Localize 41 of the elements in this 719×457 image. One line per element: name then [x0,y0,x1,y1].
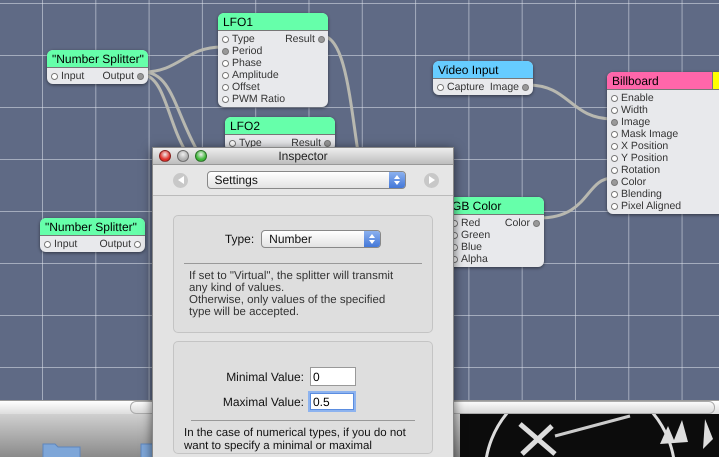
node-title: Billboard [607,72,712,89]
port-label: Period [232,45,262,57]
node-title: Video Input [433,61,533,78]
port-label: Result [285,33,315,45]
port-label: Y Position [621,152,668,164]
port-label: Capture [447,81,484,93]
node-title: "Number Splitter" [47,50,148,67]
port-label: Result [291,137,321,149]
node-title: LFO1 [218,13,328,30]
port-label: Color [504,217,530,229]
port-label: Enable [621,92,654,104]
port-label: Image [621,116,650,128]
note-text: In the case of numerical types, if you do not want to specify a minimal or maximal [184,426,407,453]
description-text: If set to "Virtual", the splitter will transmit any kind of values. Otherwise, only values of the specified type will be accepted. [188,270,394,320]
node-title: "Number Splitter" [40,218,145,235]
port-label: Rotation [621,164,660,176]
field-label: Minimal Value: [225,370,304,384]
port-label: Offset [232,81,260,93]
port-label: Mask Image [621,128,678,140]
port-label: Blending [621,188,662,200]
window-title: Inspector [277,149,329,163]
port-label: Image [490,81,519,93]
port-label: Color [621,176,646,188]
port-label: Input [61,70,84,82]
port-label: Amplitude [232,69,279,81]
port-label: Width [621,104,648,116]
port-label: X Position [621,140,668,152]
port-label: Input [54,238,78,250]
port-label: Blue [461,241,482,253]
port-label: PWM Ratio [232,93,286,105]
port-label: Green [461,229,490,241]
type-label: Type: [224,232,254,246]
port-label: Alpha [461,253,488,265]
field-label: Maximal Value: [222,394,304,408]
port-label: Phase [232,57,262,69]
port-label: Red [461,217,480,229]
port-label: Output [102,70,134,82]
port-label: Type [232,33,255,45]
port-label: Output [99,238,131,250]
node-title: LFO2 [225,117,335,134]
port-label: Pixel Aligned [621,200,682,212]
